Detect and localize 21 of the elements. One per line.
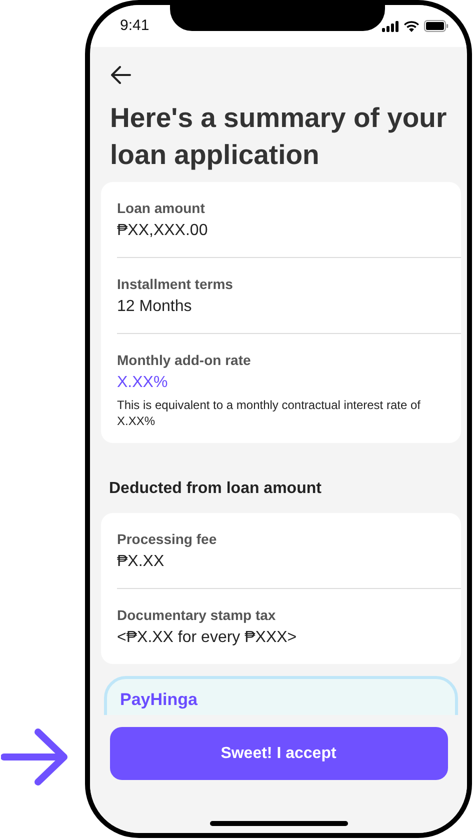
battery-icon	[424, 20, 449, 32]
field-label: Monthly add-on rate	[117, 351, 252, 370]
field-label: Processing fee	[117, 530, 218, 549]
status-time: 9:41	[120, 16, 150, 36]
wifi-icon	[404, 20, 419, 32]
arrow-icon	[1, 728, 69, 786]
field-label: Installment terms	[117, 275, 234, 294]
field-label: Loan amount	[117, 199, 206, 218]
field-value: ₱X.XX	[117, 552, 166, 572]
promo-title: PayHinga	[120, 689, 198, 711]
signal-icon	[382, 20, 399, 32]
field-value: ₱XX,XXX.00	[117, 221, 209, 241]
field-value: 12 Months	[117, 297, 193, 317]
section-heading: Deducted from loan amount	[109, 479, 322, 499]
page-title: Here's a summary of your loan application	[110, 101, 448, 172]
note-text: This is equivalent to a monthly contractual interest rate of X.XX%	[117, 397, 422, 429]
back-button[interactable]	[109, 63, 133, 87]
field-value: X.XX%	[117, 373, 169, 393]
field-value: <₱X.XX for every ₱XXX>	[117, 628, 298, 648]
field-label: Documentary stamp tax	[117, 606, 277, 625]
accept-button[interactable]: Sweet! I accept	[110, 727, 448, 780]
